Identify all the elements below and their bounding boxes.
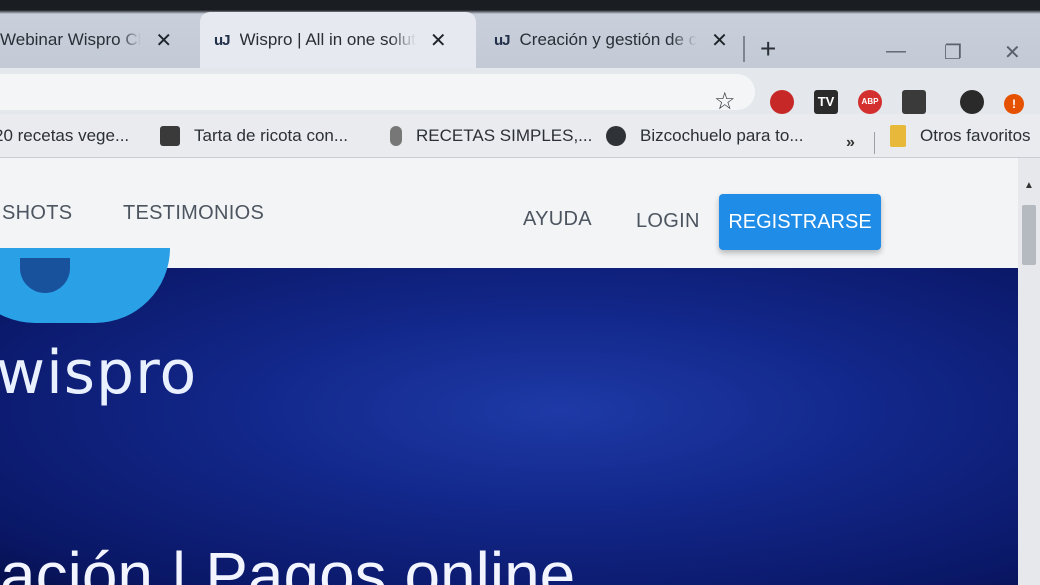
recipe-icon — [160, 126, 180, 146]
wispro-icon: uJ — [214, 31, 230, 49]
nav-testimonios[interactable]: TESTIMONIOS — [123, 202, 264, 225]
address-input[interactable] — [0, 74, 755, 110]
bookmark-item[interactable]: 20 recetas vege... — [0, 122, 129, 150]
globe-icon — [606, 126, 626, 146]
folder-icon — [890, 125, 906, 147]
tv-icon[interactable]: TV — [814, 90, 838, 114]
tab-strip: Webinar Wispro Cl ✕ uJ Wispro | All in o… — [0, 0, 1040, 68]
other-bookmarks[interactable]: Otros favoritos — [890, 122, 1031, 150]
minimize-icon[interactable]: — — [886, 40, 906, 63]
register-button[interactable]: REGISTRARSE — [719, 194, 881, 250]
web-page: SHOTS TESTIMONIOS AYUDA LOGIN REGISTRARS… — [0, 158, 1018, 585]
bookmark-label: Bizcochuelo para to... — [640, 126, 804, 145]
bottle-icon — [390, 126, 402, 146]
close-icon[interactable]: ✕ — [430, 28, 447, 53]
bookmark-label: Tarta de ricota con... — [194, 126, 349, 145]
bookmark-star-icon[interactable]: ☆ — [714, 90, 736, 114]
new-tab-button[interactable]: + — [760, 34, 776, 64]
hero-headline: ación | Pagos online — [0, 539, 576, 585]
tab-title: Wispro | All in one solut — [239, 30, 416, 49]
bookmark-label: 20 recetas vege... — [0, 126, 130, 145]
tab-wispro[interactable]: uJ Wispro | All in one solut ✕ — [200, 12, 476, 68]
wispro-logo-mark — [0, 248, 170, 323]
address-bar-row — [0, 68, 1040, 114]
scroll-up-icon[interactable]: ▲ — [1024, 180, 1034, 191]
profile-icon[interactable] — [960, 90, 984, 114]
close-icon[interactable]: ✕ — [155, 28, 172, 53]
bookmark-item[interactable]: Tarta de ricota con... — [160, 122, 348, 150]
tab-separator — [743, 36, 745, 62]
tab-creacion[interactable]: uJ Creación y gestión de c ✕ — [480, 12, 742, 68]
close-window-icon[interactable]: ✕ — [1004, 40, 1021, 65]
tab-title: Creación y gestión de c — [519, 30, 698, 49]
maximize-icon[interactable]: ❐ — [944, 40, 962, 65]
wispro-logo-text: wispro — [0, 338, 198, 408]
update-icon[interactable]: ! — [1004, 94, 1024, 114]
bookmark-label: RECETAS SIMPLES,... — [416, 126, 593, 145]
bookmark-item[interactable]: Bizcochuelo para to... — [606, 122, 803, 150]
scroll-thumb[interactable] — [1022, 205, 1036, 265]
adblock-icon[interactable]: ABP — [858, 90, 882, 114]
tab-title: Webinar Wispro Cl — [0, 30, 142, 49]
hero-section: wispro ación | Pagos online — [0, 248, 1018, 585]
tab-webinar[interactable]: Webinar Wispro Cl ✕ — [0, 12, 186, 68]
bookmark-label: Otros favoritos — [920, 126, 1031, 145]
extension-icon[interactable] — [902, 90, 926, 114]
wispro-icon: uJ — [494, 31, 510, 49]
nav-ayuda[interactable]: AYUDA — [523, 208, 592, 231]
close-icon[interactable]: ✕ — [711, 28, 728, 53]
bookmark-item[interactable]: RECETAS SIMPLES,... — [390, 122, 592, 150]
ublock-icon[interactable] — [770, 90, 794, 114]
nav-login[interactable]: LOGIN — [636, 210, 700, 233]
bookmarks-overflow-icon[interactable]: » — [846, 134, 855, 152]
bookmarks-divider — [874, 132, 875, 154]
nav-screenshots[interactable]: SHOTS — [2, 202, 72, 225]
